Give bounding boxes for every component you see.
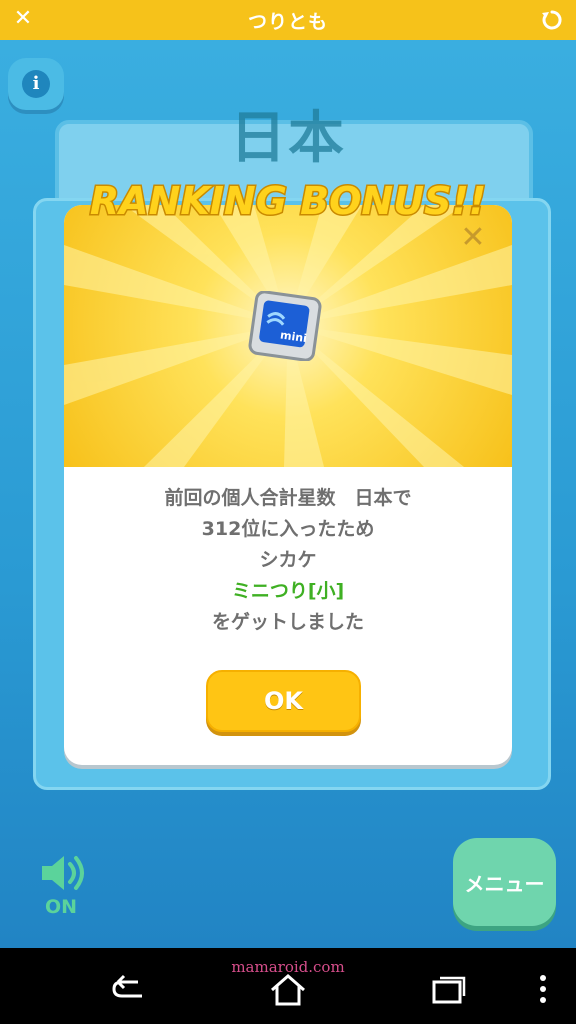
app-title: つりとも [247,10,328,33]
ok-button[interactable]: OK [206,670,361,732]
overflow-menu-icon[interactable] [528,972,558,1006]
speaker-icon [42,856,84,890]
sound-status: ON [45,896,78,918]
home-icon[interactable] [268,972,308,1006]
sound-toggle[interactable]: ON [38,850,98,922]
dialog-message: 前回の個人合計星数 日本で 312位に入ったため シカケ ミニつり[小] をゲッ… [64,483,512,638]
info-icon: i [22,70,50,98]
mini-item-icon: mini [248,291,322,361]
menu-label: メニュー [464,872,545,896]
banner-text: RANKING BONUS!! [90,179,486,223]
close-icon[interactable]: ✕ [10,6,36,32]
menu-button[interactable]: メニュー [453,838,556,926]
country-label: 日本 [230,106,346,171]
ranking-bonus-banner: RANKING BONUS!! [88,178,487,225]
refresh-icon[interactable] [540,8,564,32]
recent-apps-icon[interactable] [428,972,468,1006]
ok-label: OK [264,687,303,715]
ranking-bonus-dialog: ✕ mini 前回の個人合計星数 日本で 312位に入ったため シカケ ミニつり… [64,205,512,765]
back-icon[interactable] [108,972,148,1006]
top-bar: ✕ つりとも [0,0,576,40]
info-button[interactable]: i [8,58,64,110]
message-line-2: 312位に入ったため [201,518,375,540]
message-line-3: シカケ [259,549,317,571]
message-closing: をゲットしました [211,611,364,633]
message-line-1: 前回の個人合計星数 日本で [164,487,412,509]
reward-item-name: ミニつり[小] [231,580,345,602]
